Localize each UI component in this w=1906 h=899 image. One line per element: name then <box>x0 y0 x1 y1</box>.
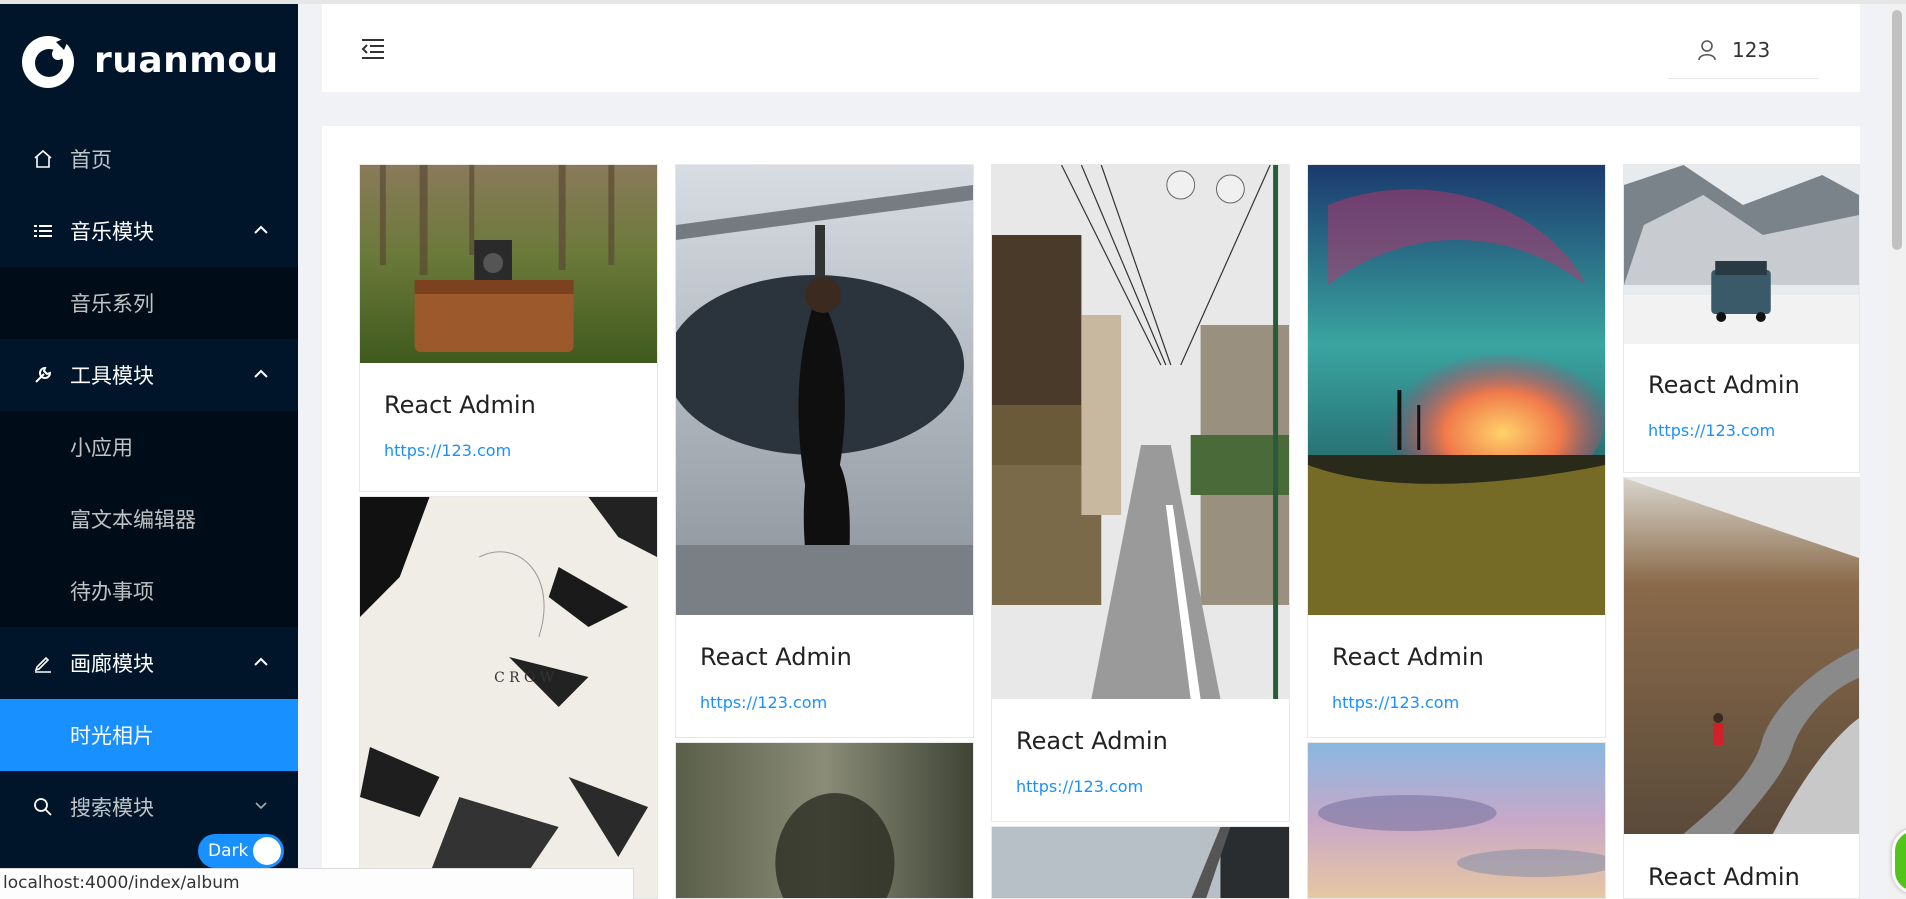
gallery-image <box>676 165 973 615</box>
sidebar-item-gallery-module[interactable]: 画廊模块 <box>0 627 298 699</box>
sidebar-item-label: 富文本编辑器 <box>70 508 196 532</box>
gallery-image <box>1308 165 1605 615</box>
scrollbar-thumb[interactable] <box>1892 10 1902 250</box>
gallery-card[interactable]: React Admin https://123.com <box>359 164 658 492</box>
gallery-image: C R O W <box>360 497 657 898</box>
home-icon <box>32 148 54 170</box>
user-menu[interactable]: 123 <box>1668 22 1818 79</box>
gallery-image <box>360 165 657 363</box>
header: 123 <box>322 4 1860 92</box>
card-link[interactable]: https://123.com <box>1648 421 1775 440</box>
sidebar-item-label: 音乐模块 <box>70 220 154 244</box>
card-link[interactable]: https://123.com <box>1332 693 1459 712</box>
sidebar-item-todo[interactable]: 待办事项 <box>0 555 298 627</box>
chevron-down-icon <box>255 802 267 810</box>
card-title: React Admin <box>1016 727 1168 755</box>
chevron-up-icon <box>254 225 268 234</box>
gallery-image <box>992 827 1289 898</box>
sidebar-item-tool-module[interactable]: 工具模块 <box>0 339 298 411</box>
gallery-image <box>676 743 973 898</box>
gallery-card[interactable]: React Admin https://123.com <box>991 164 1290 822</box>
card-title: React Admin <box>700 643 852 671</box>
tool-icon <box>32 364 54 386</box>
sidebar-item-mini-app[interactable]: 小应用 <box>0 411 298 483</box>
sidebar-item-label: 待办事项 <box>70 580 154 604</box>
sidebar-item-music-series[interactable]: 音乐系列 <box>0 267 298 339</box>
card-title: React Admin <box>1332 643 1484 671</box>
gallery-image <box>1308 743 1605 898</box>
toggle-knob <box>253 837 281 865</box>
sidebar-item-rich-text-editor[interactable]: 富文本编辑器 <box>0 483 298 555</box>
gallery-image <box>1624 478 1859 834</box>
gallery-content: React Admin https://123.com C R O W Reac… <box>322 126 1860 899</box>
crow-text: C R O W <box>494 670 555 686</box>
sidebar-item-search-module[interactable]: 搜索模块 <box>0 771 298 843</box>
theme-toggle[interactable]: Dark <box>198 834 284 868</box>
card-link[interactable]: https://123.com <box>700 693 827 712</box>
sidebar-item-label: 工具模块 <box>70 364 154 388</box>
logo-icon <box>22 36 74 88</box>
brand-name: ruanmou <box>94 40 279 81</box>
chevron-up-icon <box>254 369 268 378</box>
card-link[interactable]: https://123.com <box>1016 777 1143 796</box>
list-icon <box>32 220 54 242</box>
search-icon <box>32 796 54 818</box>
sidebar-item-label: 搜索模块 <box>70 796 154 820</box>
gallery-image <box>1624 165 1859 344</box>
chevron-up-icon <box>254 657 268 666</box>
gallery-card[interactable] <box>675 742 974 899</box>
gallery-card[interactable] <box>1307 742 1606 899</box>
sidebar-item-time-photos[interactable]: 时光相片 <box>0 699 298 771</box>
card-title: React Admin <box>384 391 536 419</box>
gallery-card[interactable] <box>991 826 1290 899</box>
gallery-card[interactable]: React Admin https://123.com <box>1623 164 1860 473</box>
gallery-card[interactable]: React Admin https://123.com <box>1307 164 1606 738</box>
gallery-image <box>992 165 1289 699</box>
user-icon <box>1698 40 1716 61</box>
sidebar-item-music-module[interactable]: 音乐模块 <box>0 195 298 267</box>
sidebar-item-home[interactable]: 首页 <box>0 123 298 195</box>
sidebar-item-label: 时光相片 <box>70 724 154 748</box>
card-title: React Admin <box>1648 371 1800 399</box>
user-name: 123 <box>1732 38 1771 62</box>
sidebar-item-label: 小应用 <box>70 436 133 460</box>
card-link[interactable]: https://123.com <box>384 441 511 460</box>
menu-fold-icon[interactable] <box>360 36 386 62</box>
sidebar-item-label: 音乐系列 <box>70 292 154 316</box>
browser-status-bar: localhost:4000/index/album <box>0 868 634 899</box>
sidebar-item-label: 画廊模块 <box>70 652 154 676</box>
gallery-card[interactable]: React Admin https://123.com <box>675 164 974 738</box>
gallery-card[interactable]: C R O W <box>359 496 658 899</box>
edit-icon <box>32 652 54 674</box>
gallery-card[interactable]: React Admin <box>1623 477 1860 899</box>
theme-toggle-label: Dark <box>208 841 249 861</box>
sidebar: ruanmou 首页 音乐模块 音乐系列 工具模块 小应用 富文本编辑器 待办事… <box>0 4 298 899</box>
sidebar-item-label: 首页 <box>70 148 112 172</box>
card-title: React Admin <box>1648 863 1800 891</box>
page-scrollbar[interactable] <box>1888 4 1906 899</box>
